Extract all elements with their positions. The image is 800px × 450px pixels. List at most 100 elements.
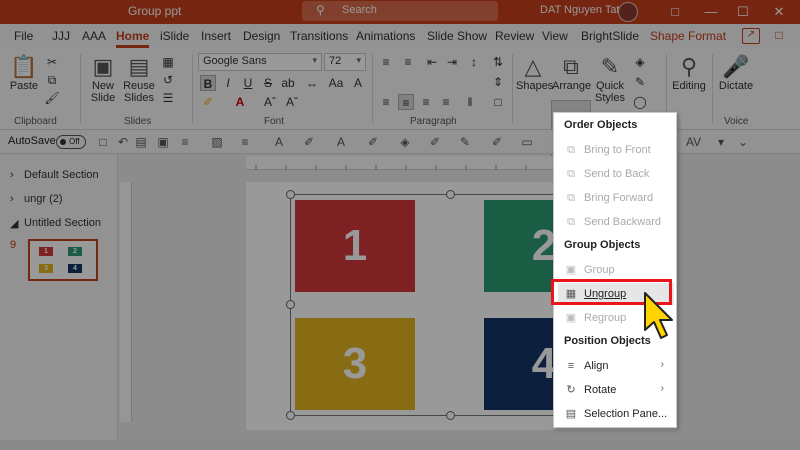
tab-review[interactable]: Review (495, 29, 534, 43)
section-collapse-icon[interactable]: › (10, 193, 14, 205)
shadow-icon[interactable]: ab (280, 75, 296, 91)
group-item[interactable]: ▣ Group (558, 259, 674, 281)
resize-handle[interactable] (286, 411, 295, 420)
line-spacing-icon[interactable]: ↕ (466, 54, 482, 70)
character-spacing-icon[interactable]: AV (686, 135, 701, 149)
quick-styles-button[interactable]: ✎ Quick Styles (592, 54, 628, 104)
section-default[interactable]: Default Section (24, 169, 99, 181)
share-icon[interactable]: ↗ (742, 28, 760, 44)
autosave-toggle[interactable]: Off (56, 135, 86, 149)
section-untitled[interactable]: Untitled Section (24, 217, 101, 229)
shape-fill-icon[interactable]: ◈ (632, 54, 648, 70)
layout-icon[interactable]: ▦ (160, 54, 176, 70)
decrease-font-icon[interactable]: Aˇ (284, 94, 300, 110)
paste-button[interactable]: 📋 Paste (8, 54, 40, 92)
align-left-icon[interactable]: ≡ (378, 94, 394, 110)
numbering-icon[interactable]: ≡ (400, 54, 416, 70)
avatar[interactable] (618, 2, 638, 22)
cut-icon[interactable]: ✂ (44, 54, 60, 70)
tab-aaa[interactable]: AAA (82, 29, 106, 43)
search-box[interactable]: ⚲ Search (302, 1, 498, 21)
fill-icon[interactable]: ◈ (398, 135, 412, 149)
tab-brightslide[interactable]: BrightSlide (581, 29, 639, 43)
text-align-icon[interactable]: ≡ (178, 135, 192, 149)
reuse-slides-button[interactable]: ▤ Reuse Slides (122, 54, 156, 104)
columns-icon[interactable]: ‖ (462, 94, 478, 110)
align-text-icon[interactable]: ⇕ (490, 74, 506, 90)
bold-button[interactable]: B (200, 75, 216, 91)
minimize-button[interactable]: — (696, 2, 726, 22)
highlighter-icon[interactable]: ✐ (200, 94, 216, 110)
slide-thumbnail[interactable]: 1 2 3 4 (28, 239, 98, 281)
shape-outline-icon[interactable]: ✎ (632, 74, 648, 90)
change-case-icon[interactable]: Aa (328, 75, 344, 91)
align-item[interactable]: ≡ Align › (558, 355, 674, 377)
bring-to-front-item[interactable]: ⧉ Bring to Front (558, 139, 674, 161)
underline-icon[interactable]: U (240, 75, 256, 91)
text-highlight-icon[interactable]: A (334, 135, 348, 149)
char-spacing-icon[interactable]: ↔ (304, 75, 320, 91)
font-size-combo[interactable]: 72 ▾ (324, 53, 366, 71)
increase-indent-icon[interactable]: ⇥ (444, 54, 460, 70)
editing-button[interactable]: ⚲ Editing (670, 54, 708, 92)
distribute-icon[interactable]: ≡ (238, 135, 252, 149)
eyedropper-icon[interactable]: ✐ (490, 135, 504, 149)
send-to-back-item[interactable]: ⧉ Send to Back (558, 163, 674, 185)
more-icon[interactable]: ⌄ (736, 135, 750, 149)
textbox-icon[interactable]: ▤ (134, 135, 148, 149)
resize-handle[interactable] (446, 411, 455, 420)
align-center-icon[interactable]: ≡ (398, 94, 414, 110)
copy-icon[interactable]: ⧉ (44, 72, 60, 88)
resize-handle[interactable] (286, 190, 295, 199)
restore-button[interactable]: ☐ (728, 2, 758, 22)
strikethrough-icon[interactable]: S (260, 75, 276, 91)
section-expand-icon[interactable]: ◢ (10, 217, 18, 230)
comment-icon[interactable]: □ (770, 28, 788, 44)
new-slide-button[interactable]: ▣ New Slide (86, 54, 120, 104)
align-objects-icon[interactable]: ▧ (210, 135, 224, 149)
tab-home[interactable]: Home (116, 29, 150, 48)
tab-jjj[interactable]: JJJ (52, 29, 70, 43)
italic-button[interactable]: I (220, 75, 236, 91)
resize-handle[interactable] (446, 190, 455, 199)
arrange-button[interactable]: ⧉ Arrange (552, 54, 591, 92)
justify-icon[interactable]: ≡ (438, 94, 454, 110)
font-color-icon[interactable]: A (232, 94, 248, 110)
outline-icon[interactable]: ✎ (458, 135, 472, 149)
increase-font-icon[interactable]: Aˆ (262, 94, 278, 110)
save-icon[interactable]: □ (96, 135, 110, 149)
tab-shape-format[interactable]: Shape Format (650, 29, 726, 43)
align-right-icon[interactable]: ≡ (418, 94, 434, 110)
dictate-button[interactable]: 🎤 Dictate (716, 54, 756, 92)
shapes-button[interactable]: △ Shapes (516, 54, 553, 92)
selection-pane-item[interactable]: ▤ Selection Pane... (558, 403, 674, 425)
tab-view[interactable]: View (542, 29, 568, 43)
font-color-icon[interactable]: A (272, 135, 286, 149)
tab-design[interactable]: Design (243, 29, 280, 43)
ribbon-display-icon[interactable]: □ (660, 2, 690, 22)
user-name[interactable]: DAT Nguyen Tat (540, 4, 620, 16)
section-icon[interactable]: ☰ (160, 90, 176, 106)
section-collapse-icon[interactable]: › (10, 169, 14, 181)
shape-icon[interactable]: ▭ (520, 135, 534, 149)
tab-slide-show[interactable]: Slide Show (427, 29, 487, 43)
rotate-item[interactable]: ↻ Rotate › (558, 379, 674, 401)
decrease-indent-icon[interactable]: ⇤ (424, 54, 440, 70)
undo-icon[interactable]: ↶ (116, 135, 130, 149)
eyedropper-icon[interactable]: ✐ (302, 135, 316, 149)
eyedropper-icon[interactable]: ✐ (428, 135, 442, 149)
eyedropper-icon[interactable]: ✐ (366, 135, 380, 149)
tab-transitions[interactable]: Transitions (290, 29, 348, 43)
bullets-icon[interactable]: ≡ (378, 54, 394, 70)
section-ungr[interactable]: ungr (2) (24, 193, 63, 205)
format-painter-icon[interactable]: 🖌 (44, 90, 60, 106)
crop-icon[interactable]: ▣ (156, 135, 170, 149)
smartart-icon[interactable]: □ (490, 94, 506, 110)
send-backward-item[interactable]: ⧉ Send Backward (558, 211, 674, 233)
bring-forward-item[interactable]: ⧉ Bring Forward (558, 187, 674, 209)
resize-handle[interactable] (286, 300, 295, 309)
font-name-combo[interactable]: Google Sans ▾ (198, 53, 322, 71)
close-button[interactable]: ✕ (764, 2, 794, 22)
text-direction-icon[interactable]: ⇅ (490, 54, 506, 70)
tab-animations[interactable]: Animations (356, 29, 415, 43)
